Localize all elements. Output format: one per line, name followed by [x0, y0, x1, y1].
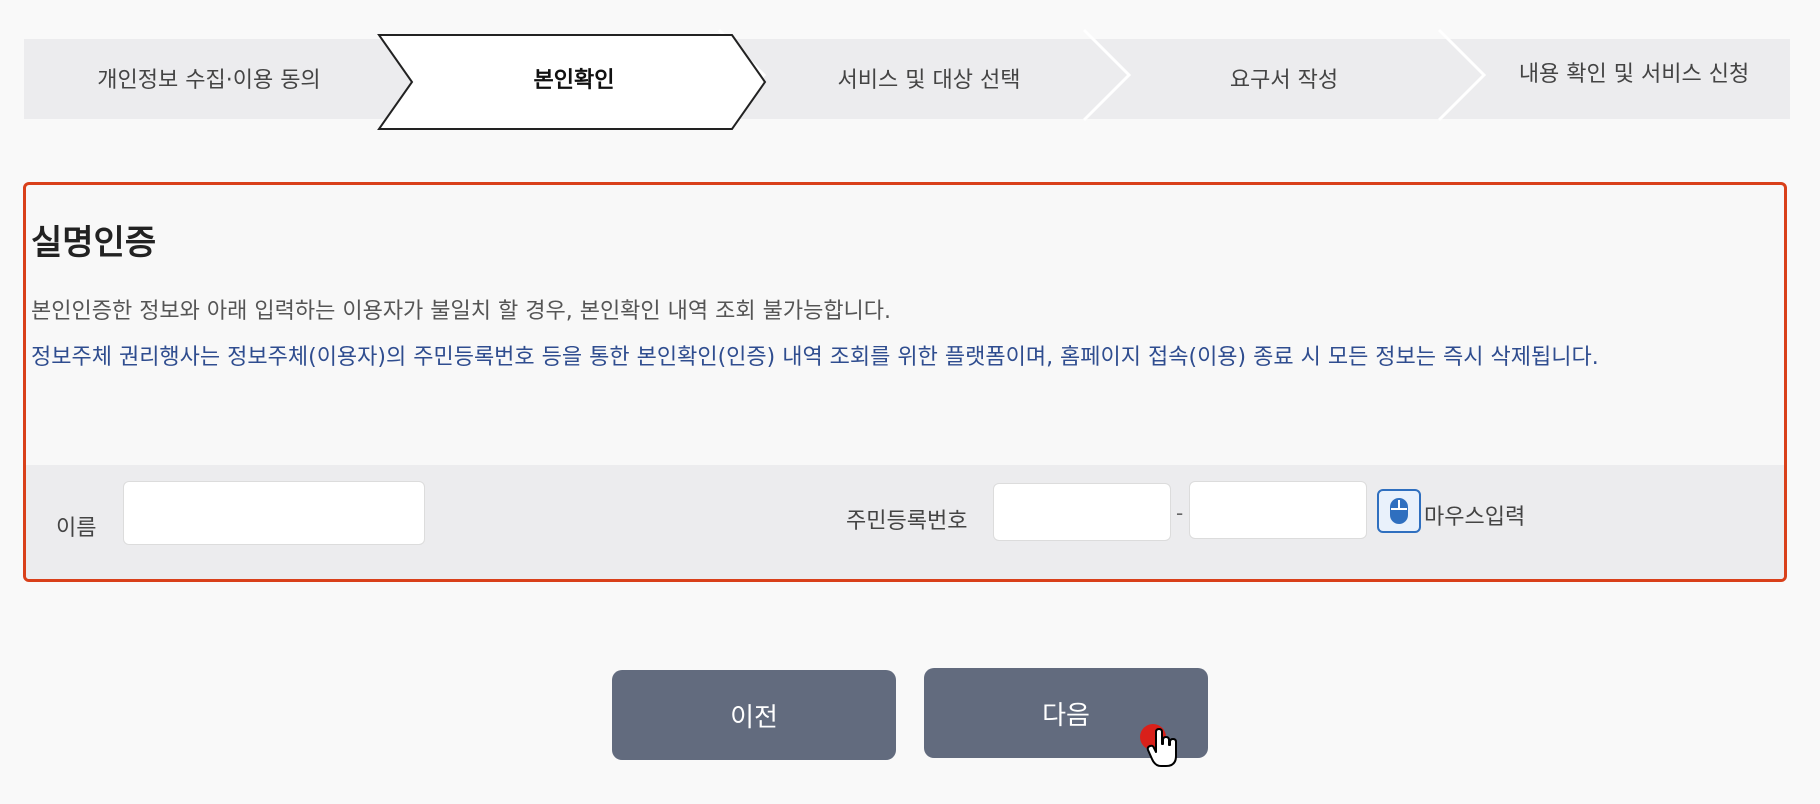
auth-form-row: 이름 주민등록번호 - 마우스입력 [26, 465, 1784, 579]
hand-cursor-icon [1146, 728, 1177, 767]
mismatch-notice: 본인인증한 정보와 아래 입력하는 이용자가 불일치 할 경우, 본인확인 내역… [31, 299, 892, 324]
rrn-back-input[interactable] [1189, 481, 1367, 539]
name-input[interactable] [123, 481, 425, 545]
privacy-info-text: 정보주체 권리행사는 정보주체(이용자)의 주민등록번호 등을 통한 본인확인(… [31, 345, 1599, 370]
step-identity-verification: 본인확인 [533, 68, 615, 93]
step-service-select: 서비스 및 대상 선택 [837, 68, 1021, 93]
name-label: 이름 [56, 516, 97, 541]
prev-button[interactable]: 이전 [612, 670, 896, 760]
step-confirm-apply: 내용 확인 및 서비스 신청 [1518, 62, 1750, 87]
step-progress-bar: 개인정보 수집·이용 동의 본인확인 서비스 및 대상 선택 요구서 작성 내용… [24, 25, 1790, 131]
step-consent: 개인정보 수집·이용 동의 [97, 68, 321, 93]
mouse-input-label[interactable]: 마우스입력 [1424, 499, 1525, 531]
step-request-write: 요구서 작성 [1229, 68, 1339, 93]
rrn-separator: - [1176, 501, 1184, 525]
rrn-label: 주민등록번호 [846, 509, 968, 534]
mouse-icon [1390, 498, 1408, 524]
rrn-front-input[interactable] [993, 483, 1171, 541]
real-name-auth-panel: 실명인증 본인인증한 정보와 아래 입력하는 이용자가 불일치 할 경우, 본인… [23, 182, 1787, 582]
section-title: 실명인증 [31, 223, 157, 263]
mouse-input-button[interactable] [1377, 489, 1421, 533]
